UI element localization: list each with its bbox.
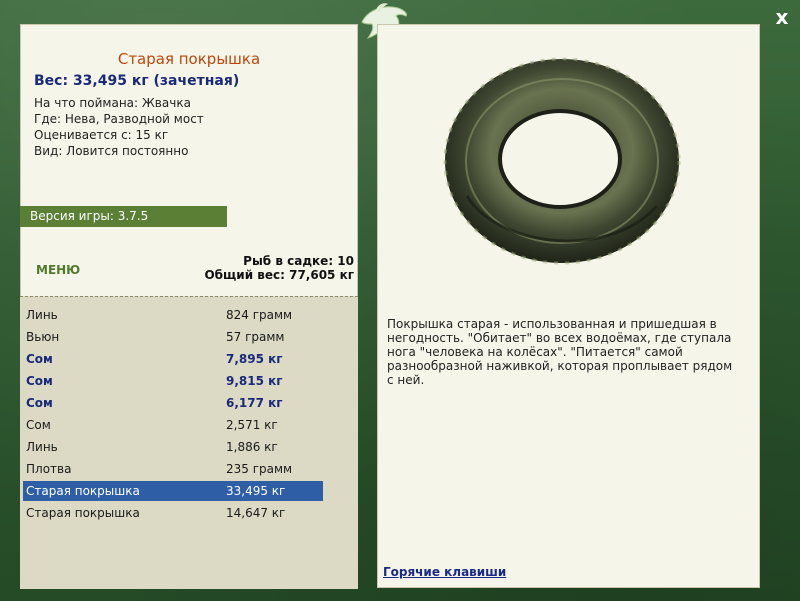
close-button[interactable]: x	[772, 6, 792, 28]
catch-row[interactable]: Линь 824 грамм	[23, 305, 323, 325]
catch-name: Сом	[26, 352, 53, 366]
catch-weight: 235 грамм	[226, 462, 293, 476]
catch-row[interactable]: Сом 7,895 кг	[23, 349, 323, 369]
catch-name: Линь	[26, 440, 58, 454]
catch-name: Вьюн	[26, 330, 60, 344]
game-version-bar: Версия игры: 3.7.5	[20, 206, 227, 227]
catch-name: Старая покрышка	[26, 506, 140, 520]
fish-image-panel: Покрышка старая - использованная и прише…	[377, 24, 760, 588]
catch-weight: 6,177 кг	[226, 396, 283, 410]
catch-name: Линь	[26, 308, 58, 322]
tire-image	[443, 57, 681, 265]
catch-row[interactable]: Сом 9,815 кг	[23, 371, 323, 391]
catch-weight: 2,571 кг	[226, 418, 278, 432]
catch-weight: 14,647 кг	[226, 506, 286, 520]
catch-row[interactable]: Вьюн 57 грамм	[23, 327, 323, 347]
catch-row-selected[interactable]: Старая покрышка 33,495 кг	[23, 481, 323, 501]
catch-row[interactable]: Линь 1,886 кг	[23, 437, 323, 457]
description-line: разнообразной наживкой, которая проплыва…	[387, 359, 733, 373]
fish-title: Старая покрышка	[117, 50, 261, 68]
description-line: Покрышка старая - использованная и прише…	[387, 317, 717, 331]
fish-weight: Вес: 33,495 кг (зачетная)	[34, 73, 240, 89]
catch-name: Сом	[26, 396, 53, 410]
menu-button[interactable]: МЕНЮ	[36, 263, 80, 277]
valued-from-info: Оценивается с: 15 кг	[34, 128, 169, 142]
location-info: Где: Нева, Разводной мост	[34, 112, 204, 126]
fish-count: Рыб в садке: 10	[243, 254, 354, 268]
fish-info-panel: Старая покрышка Вес: 33,495 кг (зачетная…	[20, 24, 358, 589]
description-line: негодность. "Обитает" во всех водоёмах, …	[387, 331, 732, 345]
catch-weight: 7,895 кг	[226, 352, 283, 366]
catch-row[interactable]: Плотва 235 грамм	[23, 459, 323, 479]
kind-info: Вид: Ловится постоянно	[34, 144, 189, 158]
catch-weight: 824 грамм	[226, 308, 293, 322]
catch-name: Плотва	[26, 462, 72, 476]
fish-description: Покрышка старая - использованная и прише…	[387, 317, 747, 387]
hotkeys-link[interactable]: Горячие клавиши	[383, 565, 506, 579]
catch-weight: 9,815 кг	[226, 374, 283, 388]
description-line: нога "человека на колёсах". "Питается" с…	[387, 345, 683, 359]
catch-weight: 57 грамм	[226, 330, 285, 344]
catch-name: Сом	[26, 418, 51, 432]
catch-weight: 33,495 кг	[226, 484, 286, 498]
total-weight: Общий вес: 77,605 кг	[204, 268, 354, 282]
catch-row[interactable]: Старая покрышка 14,647 кг	[23, 503, 323, 523]
catch-name: Старая покрышка	[26, 484, 140, 498]
catch-weight: 1,886 кг	[226, 440, 278, 454]
catch-row[interactable]: Сом 2,571 кг	[23, 415, 323, 435]
catch-name: Сом	[26, 374, 53, 388]
catch-list: Линь 824 грамм Вьюн 57 грамм Сом 7,895 к…	[20, 296, 358, 589]
catch-row[interactable]: Сом 6,177 кг	[23, 393, 323, 413]
bait-info: На что поймана: Жвачка	[34, 96, 191, 110]
keepnet-stats: Рыб в садке: 10 Общий вес: 77,605 кг	[204, 254, 354, 282]
description-line: с ней.	[387, 373, 425, 387]
